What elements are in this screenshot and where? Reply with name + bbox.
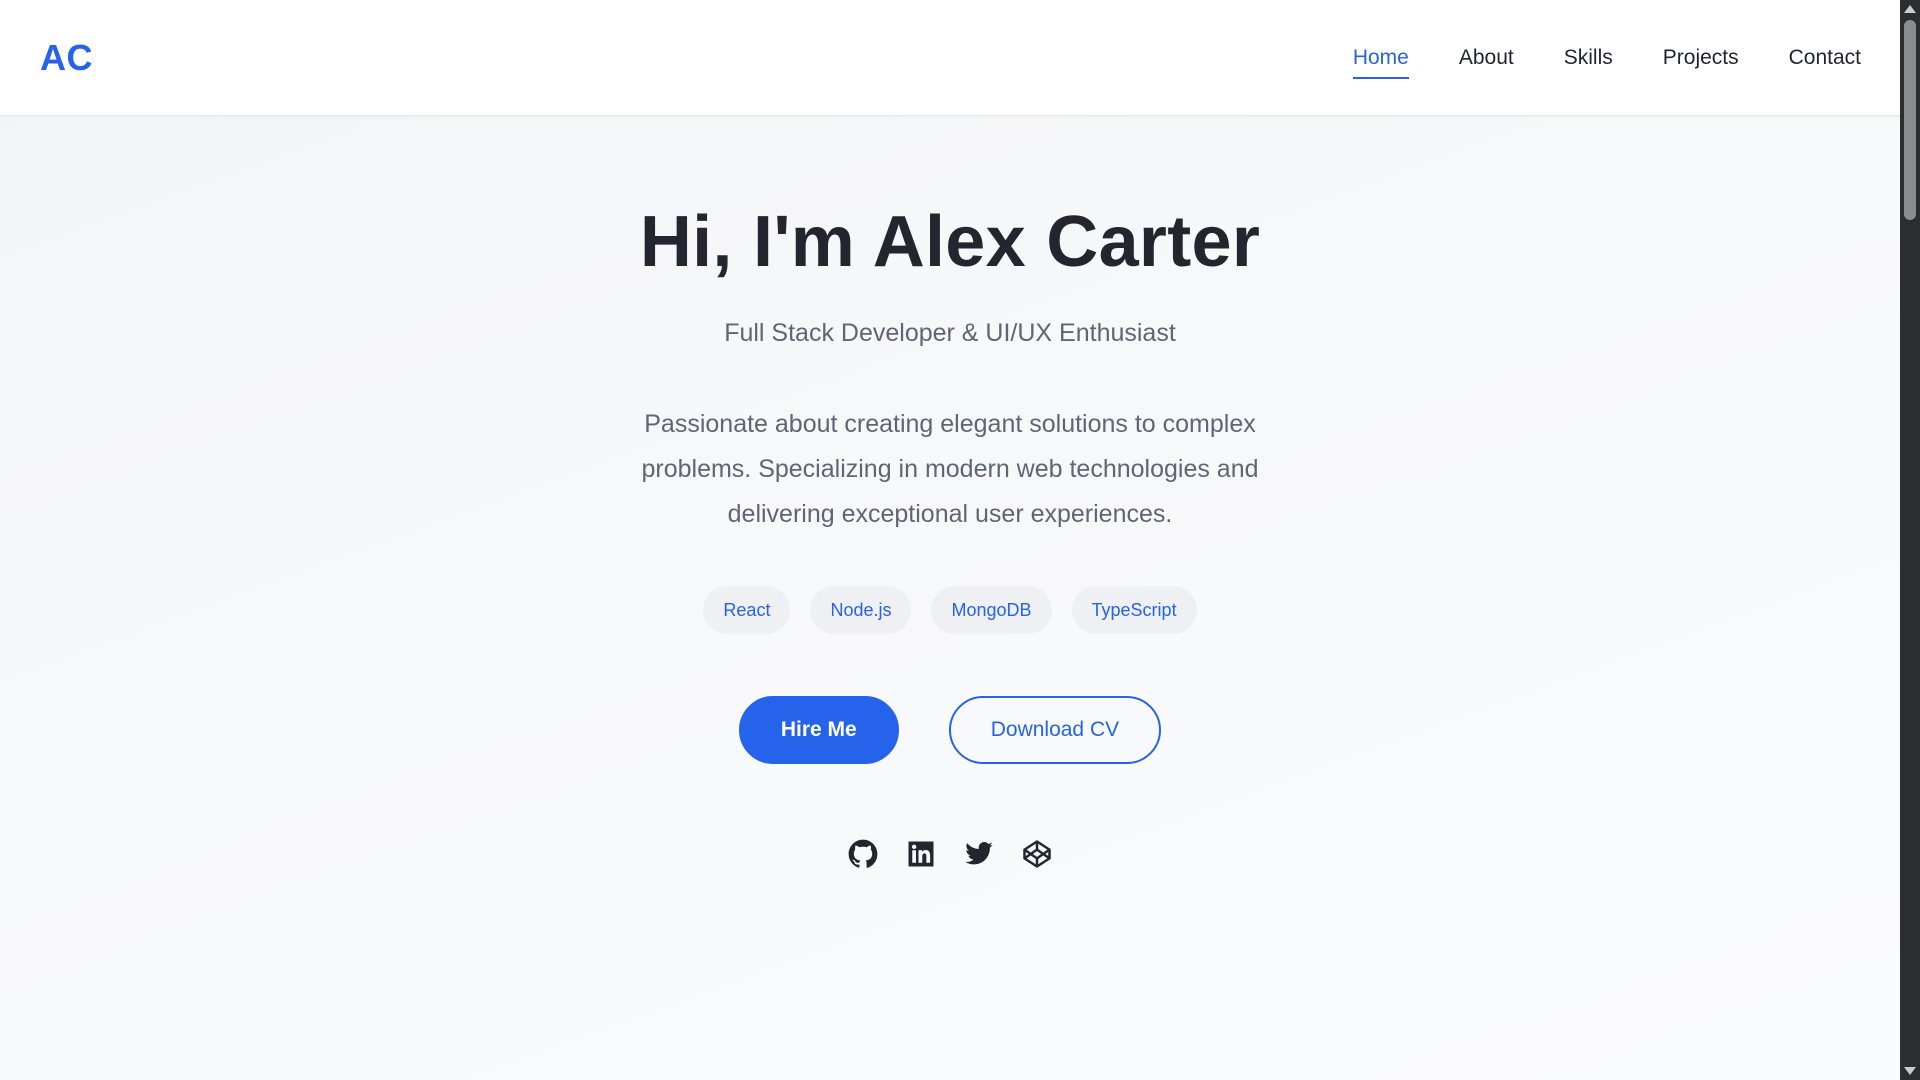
nav-link-projects[interactable]: Projects — [1663, 44, 1739, 72]
scroll-up-arrow-icon[interactable] — [1904, 5, 1916, 13]
codepen-icon[interactable] — [1021, 838, 1053, 870]
skill-tag-mongodb: MongoDB — [931, 586, 1052, 634]
hero-description: Passionate about creating elegant soluti… — [641, 410, 1259, 528]
hero-section: Hi, I'm Alex Carter Full Stack Developer… — [0, 116, 1900, 1080]
hero-subtitle: Full Stack Developer & UI/UX Enthusiast — [724, 319, 1176, 347]
skill-tags: React Node.js MongoDB TypeScript — [0, 586, 1900, 634]
skill-tag-react: React — [703, 586, 791, 634]
hero-title: Hi, I'm Alex Carter — [639, 202, 1261, 282]
page: AC Home About Skills Projects Contact Hi… — [0, 0, 1900, 1080]
skill-tag-typescript: TypeScript — [1071, 586, 1197, 634]
nav-menu: Home About Skills Projects Contact — [1352, 44, 1861, 79]
nav-link-skills[interactable]: Skills — [1564, 44, 1613, 72]
skill-tag-nodejs: Node.js — [810, 586, 912, 634]
nav-link-home[interactable]: Home — [1352, 44, 1409, 79]
linkedin-icon[interactable] — [905, 838, 937, 870]
cta-buttons: Hire Me Download CV — [0, 696, 1900, 764]
logo[interactable]: AC — [40, 36, 93, 80]
twitter-icon[interactable] — [963, 838, 995, 870]
github-icon[interactable] — [847, 838, 879, 870]
scroll-down-arrow-icon[interactable] — [1904, 1067, 1916, 1075]
nav-link-contact[interactable]: Contact — [1789, 44, 1861, 72]
vertical-scrollbar[interactable] — [1900, 0, 1920, 1080]
navbar: AC Home About Skills Projects Contact — [0, 0, 1900, 116]
nav-link-about[interactable]: About — [1459, 44, 1514, 72]
social-links — [0, 838, 1900, 870]
scroll-thumb[interactable] — [1904, 20, 1916, 220]
download-cv-button[interactable]: Download CV — [948, 696, 1162, 764]
hire-me-button[interactable]: Hire Me — [738, 696, 899, 764]
